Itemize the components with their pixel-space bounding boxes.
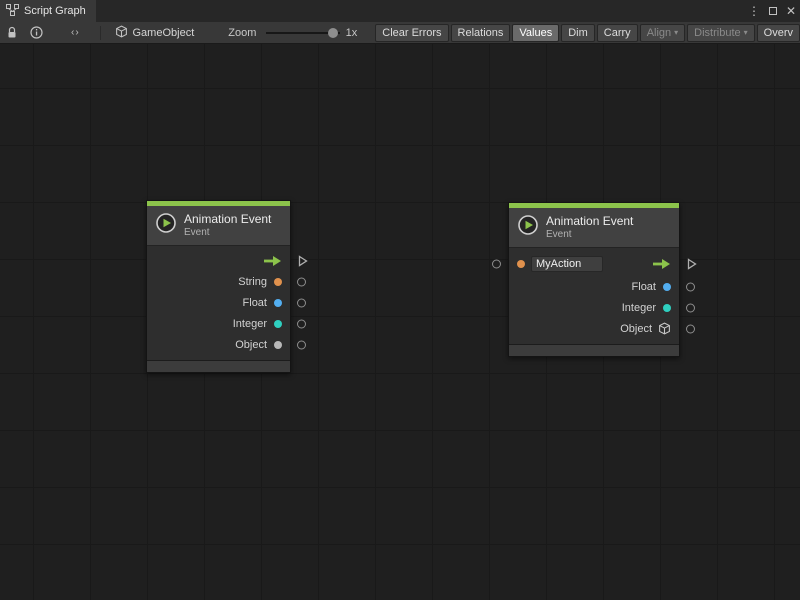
tab-script-graph[interactable]: Script Graph xyxy=(0,0,96,22)
integer-port-icon xyxy=(663,304,671,312)
float-output-port[interactable] xyxy=(297,298,306,307)
integer-output-port[interactable] xyxy=(686,303,695,312)
distribute-button[interactable]: Distribute ▾ xyxy=(687,24,754,42)
clear-errors-button[interactable]: Clear Errors xyxy=(375,24,448,42)
string-output-port[interactable] xyxy=(297,277,306,286)
gameobject-label: GameObject xyxy=(133,27,195,39)
code-toggle-icon[interactable]: ‹› xyxy=(71,27,80,38)
float-port-icon xyxy=(663,283,671,291)
tab-title: Script Graph xyxy=(24,5,86,17)
port-label: Float xyxy=(243,297,267,309)
action-input-row xyxy=(509,252,679,276)
distribute-label: Distribute xyxy=(694,27,740,39)
zoom-label: Zoom xyxy=(228,27,256,39)
tab-bar: Script Graph ⋮ ✕ xyxy=(0,0,800,22)
object-output-port[interactable] xyxy=(686,324,695,333)
output-row-integer: Integer xyxy=(147,313,290,334)
align-label: Align xyxy=(647,27,671,39)
node-footer xyxy=(147,360,290,372)
event-play-icon xyxy=(517,214,539,241)
output-row-float: Float xyxy=(147,292,290,313)
info-icon[interactable] xyxy=(30,26,43,39)
name-input-port[interactable] xyxy=(492,260,501,269)
node-footer xyxy=(509,344,679,356)
float-port-icon xyxy=(274,299,282,307)
dropdown-caret-icon: ▾ xyxy=(674,28,678,37)
string-port-icon xyxy=(274,278,282,286)
object-port-icon xyxy=(274,341,282,349)
node-title: Animation Event xyxy=(546,215,633,229)
gameobject-selector[interactable]: GameObject xyxy=(115,25,195,41)
flow-output-port[interactable] xyxy=(687,258,697,270)
node-subtitle: Event xyxy=(546,229,633,241)
flow-arrow-icon xyxy=(652,258,671,270)
maximize-icon[interactable] xyxy=(769,7,777,15)
zoom-slider-knob[interactable] xyxy=(328,28,338,38)
dropdown-caret-icon: ▾ xyxy=(744,28,748,37)
script-graph-window: Script Graph ⋮ ✕ ‹› xyxy=(0,0,800,600)
output-row-object: Object xyxy=(147,334,290,355)
node-title: Animation Event xyxy=(184,213,271,227)
values-button[interactable]: Values xyxy=(512,24,559,42)
port-label: Object xyxy=(235,339,267,351)
node-body: Float Integer Object xyxy=(509,248,679,344)
zoom-value: 1x xyxy=(346,27,358,39)
node-header[interactable]: Animation Event Event xyxy=(509,208,679,248)
node-header[interactable]: Animation Event Event xyxy=(147,206,290,246)
port-label: Integer xyxy=(233,318,267,330)
gameobject-icon xyxy=(115,25,128,41)
zoom-slider[interactable] xyxy=(266,27,339,39)
output-row-integer: Integer xyxy=(509,297,679,318)
output-row-float: Float xyxy=(509,276,679,297)
relations-button[interactable]: Relations xyxy=(451,24,511,42)
port-label: Float xyxy=(632,281,656,293)
script-graph-icon xyxy=(6,4,19,19)
carry-button[interactable]: Carry xyxy=(597,24,638,42)
action-name-field[interactable] xyxy=(531,256,603,272)
node-subtitle: Event xyxy=(184,227,271,239)
port-label: Integer xyxy=(622,302,656,314)
lock-icon[interactable] xyxy=(6,26,18,39)
float-output-port[interactable] xyxy=(686,282,695,291)
toolbar-separator xyxy=(100,26,101,40)
graph-toolbar: ‹› GameObject Zoom 1x Clear Errors Relat… xyxy=(0,22,800,44)
flow-arrow-icon xyxy=(263,255,282,267)
integer-output-port[interactable] xyxy=(297,319,306,328)
output-row-string: String xyxy=(147,271,290,292)
kebab-menu-icon[interactable]: ⋮ xyxy=(748,5,760,17)
output-row-object: Object xyxy=(509,318,679,339)
integer-port-icon xyxy=(274,320,282,328)
object-cube-icon xyxy=(658,322,671,335)
string-port-icon xyxy=(517,260,525,268)
node-animation-event-2[interactable]: Animation Event Event xyxy=(508,202,680,357)
graph-canvas[interactable]: Animation Event Event xyxy=(0,44,800,600)
close-icon[interactable]: ✕ xyxy=(786,5,796,17)
port-label: String xyxy=(238,276,267,288)
event-play-icon xyxy=(155,212,177,239)
port-label: Object xyxy=(620,323,652,335)
object-output-port[interactable] xyxy=(297,340,306,349)
dim-button[interactable]: Dim xyxy=(561,24,595,42)
node-body: String Float Integer Object xyxy=(147,246,290,360)
flow-output-row xyxy=(147,250,290,271)
node-animation-event-1[interactable]: Animation Event Event xyxy=(146,200,291,373)
overview-button[interactable]: Overv xyxy=(757,24,800,42)
flow-output-port[interactable] xyxy=(298,255,308,267)
window-controls: ⋮ ✕ xyxy=(748,0,796,22)
align-button[interactable]: Align ▾ xyxy=(640,24,685,42)
